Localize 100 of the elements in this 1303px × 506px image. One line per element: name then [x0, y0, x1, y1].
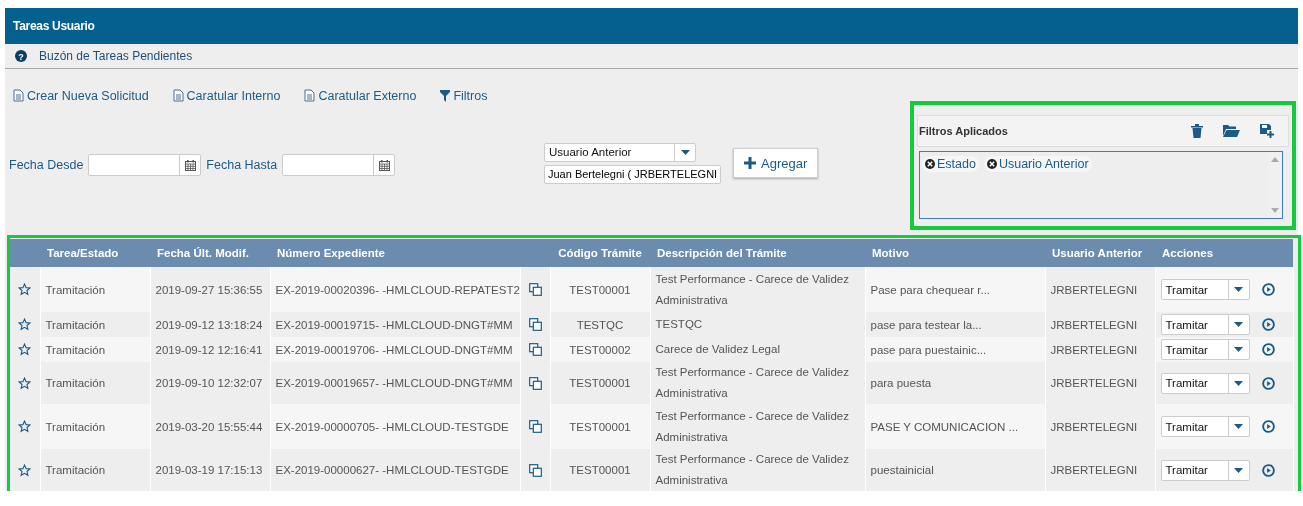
- table-cell: TEST00001: [569, 283, 631, 296]
- table-cell-text: Test Performance - Carece de Validez Administrativa: [655, 452, 850, 488]
- table-cell: TESTQC: [576, 318, 624, 331]
- star-icon[interactable]: [18, 343, 32, 357]
- table-cell: 2019-09-10 12:32:07: [155, 377, 263, 389]
- copy-icon[interactable]: [528, 376, 542, 390]
- table-cell: 2019-09-27 15:36:55: [155, 283, 263, 296]
- play-icon[interactable]: [1261, 420, 1275, 433]
- caret-icon: [1234, 467, 1243, 473]
- copy-icon[interactable]: [528, 283, 542, 297]
- table-cell: Pase para chequear r...: [870, 283, 991, 296]
- table-cell-text: Carece de Validez Legal: [655, 342, 781, 357]
- save-icon[interactable]: [1260, 123, 1274, 138]
- column-header[interactable]: Número Expediente: [270, 239, 520, 267]
- play-icon[interactable]: [1261, 463, 1275, 477]
- filter-tag[interactable]: Estado: [922, 155, 979, 172]
- folder-icon[interactable]: [1223, 124, 1240, 137]
- table-cell: puestainicial: [870, 464, 934, 476]
- caret-icon: [1234, 347, 1243, 352]
- remove-icon[interactable]: [925, 158, 935, 169]
- date-label: Fecha Hasta: [206, 158, 278, 172]
- copy-icon[interactable]: [528, 343, 542, 357]
- copy-icon[interactable]: [528, 420, 542, 434]
- play-icon[interactable]: [1261, 318, 1275, 331]
- table-cell: PASE Y COMUNICACION ...: [870, 420, 1019, 433]
- caret-icon: [680, 149, 690, 155]
- table-cell: Tramitación: [45, 377, 106, 389]
- copy-icon[interactable]: [528, 318, 542, 332]
- table-cell: para puesta: [870, 377, 932, 389]
- table-cell: JRBERTELEGNI: [1050, 318, 1138, 331]
- table-cell: EX-2019-00019706- -HMLCLOUD-DNGT#MM: [275, 343, 513, 356]
- star-icon[interactable]: [18, 463, 32, 477]
- action-dropdown[interactable]: Tramitar: [1160, 314, 1250, 335]
- column-header[interactable]: Código Trámite: [550, 239, 650, 267]
- document-icon: [13, 89, 24, 102]
- caret-icon: [1234, 424, 1243, 429]
- table-cell: TEST00002: [569, 343, 631, 356]
- table-cell-text: Test Performance - Carece de Validez Administrativa: [655, 408, 850, 445]
- star-icon[interactable]: [18, 318, 32, 332]
- document-icon: [304, 89, 316, 102]
- star-icon[interactable]: [18, 420, 32, 434]
- table-cell: EX-2019-00020396- -HMLCLOUD-REPATEST2: [275, 283, 520, 296]
- play-icon[interactable]: [1261, 283, 1275, 296]
- column-header[interactable]: Tarea/Estado: [40, 239, 150, 267]
- toolbar-link[interactable]: Filtros: [440, 84, 488, 107]
- caret-icon: [1234, 380, 1243, 386]
- column-header[interactable]: Descripción del Trámite: [650, 239, 865, 267]
- table-cell: 2019-03-20 15:55:44: [155, 420, 263, 433]
- table-cell: Tramitación: [45, 318, 106, 331]
- action-dropdown[interactable]: Tramitar: [1160, 459, 1250, 481]
- table-cell: EX-2019-00000627- -HMLCLOUD-TESTGDE: [275, 464, 509, 476]
- table-cell: TEST00001: [569, 464, 631, 476]
- calendar-icon[interactable]: [184, 159, 196, 171]
- play-icon[interactable]: [1261, 343, 1275, 356]
- caret-icon: [1234, 322, 1243, 327]
- action-dropdown[interactable]: Tramitar: [1160, 372, 1250, 394]
- date-field[interactable]: [282, 154, 396, 176]
- caret-icon: [1234, 287, 1243, 292]
- date-label: Fecha Desde: [9, 158, 84, 172]
- table-cell: Tramitación: [45, 420, 106, 433]
- table-cell: JRBERTELEGNI: [1050, 464, 1138, 476]
- filter-tag[interactable]: Usuario Anterior: [983, 155, 1092, 172]
- window-title: Tareas Usuario: [13, 19, 95, 33]
- table-cell-text: Test Performance - Carece de Validez Administrativa: [655, 271, 850, 308]
- help-icon[interactable]: ?: [15, 50, 27, 62]
- table-cell: pase para puestainic...: [870, 343, 987, 356]
- table-cell: Tramitación: [45, 343, 106, 356]
- table-cell: Tramitación: [45, 464, 106, 476]
- date-field[interactable]: [88, 154, 202, 176]
- table-cell: 2019-03-19 17:15:13: [155, 464, 263, 476]
- action-dropdown[interactable]: Tramitar: [1160, 416, 1250, 437]
- action-dropdown[interactable]: Tramitar: [1160, 339, 1250, 360]
- table-cell: 2019-09-12 12:16:41: [155, 343, 263, 356]
- calendar-icon[interactable]: [378, 159, 390, 171]
- action-dropdown[interactable]: Tramitar: [1160, 279, 1250, 300]
- column-header[interactable]: Usuario Anterior: [1045, 239, 1155, 267]
- toolbar-link[interactable]: Caratular Externo: [304, 84, 417, 107]
- column-header[interactable]: Fecha Últ. Modif.: [150, 239, 270, 267]
- document-icon: [172, 89, 184, 102]
- toolbar-link[interactable]: Caratular Interno: [172, 84, 281, 107]
- play-icon[interactable]: [1261, 376, 1275, 390]
- column-header[interactable]: Acciones: [1155, 239, 1293, 267]
- add-button[interactable]: Agregar: [733, 148, 819, 178]
- table-cell: EX-2019-00019715- -HMLCLOUD-DNGT#MM: [275, 318, 513, 331]
- table-cell-text: Test Performance - Carece de Validez Administrativa: [655, 365, 850, 401]
- table-cell: TEST00001: [569, 377, 631, 389]
- star-icon[interactable]: [18, 283, 32, 297]
- filter-dropdown[interactable]: Usuario Anterior: [544, 142, 696, 162]
- trash-icon[interactable]: [1191, 123, 1203, 138]
- star-icon[interactable]: [18, 376, 32, 390]
- toolbar-link[interactable]: Crear Nueva Solicitud: [13, 84, 149, 107]
- remove-icon[interactable]: [986, 158, 997, 169]
- copy-icon[interactable]: [528, 463, 542, 477]
- value-field[interactable]: Juan Bertelegni ( JRBERTELEGNI: [544, 164, 721, 184]
- table-cell: JRBERTELEGNI: [1050, 283, 1138, 296]
- table-cell: Tramitación: [45, 283, 106, 296]
- column-header[interactable]: Motivo: [865, 239, 1045, 267]
- table-cell-text: TESTQC: [655, 317, 704, 332]
- table-cell: JRBERTELEGNI: [1050, 377, 1138, 389]
- table-cell: JRBERTELEGNI: [1050, 343, 1138, 356]
